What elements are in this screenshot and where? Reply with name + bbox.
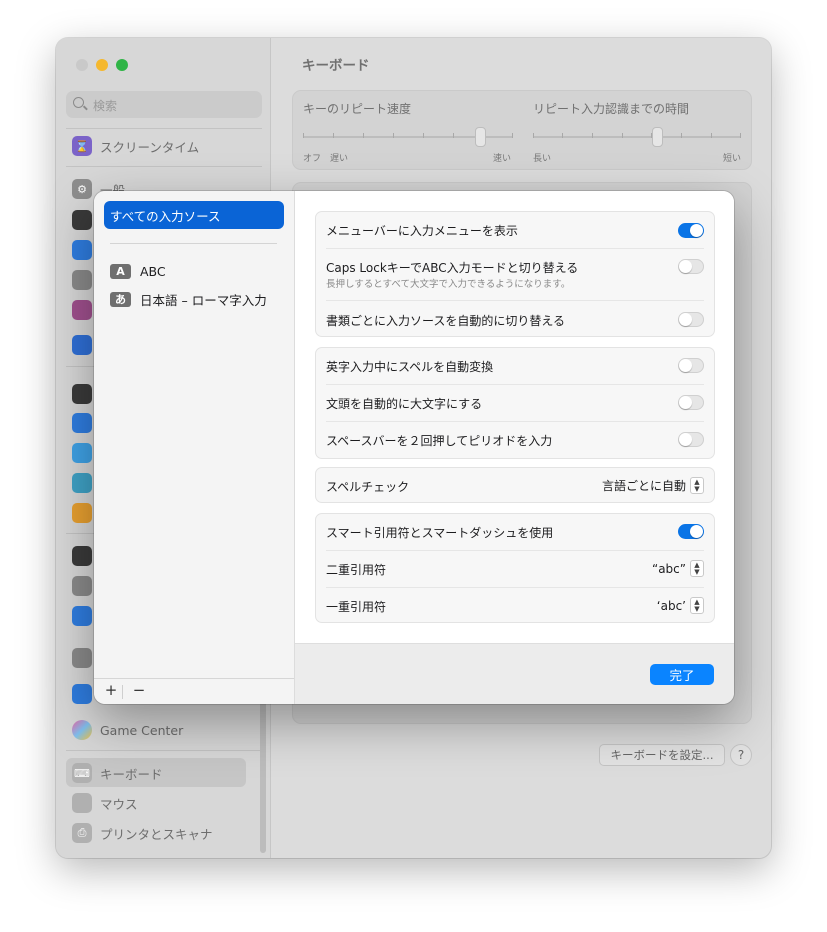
gear-icon: ⚙: [72, 179, 92, 199]
screen-saver-icon[interactable]: [72, 473, 92, 493]
sheet-footer: 完了: [295, 643, 734, 704]
show-menu-toggle[interactable]: [678, 223, 704, 238]
source-abc[interactable]: A ABC: [110, 261, 166, 281]
control-center-icon[interactable]: [72, 270, 92, 290]
smart-quotes-group: スマート引用符とスマートダッシュを使用 二重引用符 “abc” ▲ ▼ 一重引用符…: [315, 513, 715, 623]
touch-id-icon[interactable]: [72, 576, 92, 596]
auto-correct-label: 英字入力中にスペルを自動変換: [326, 360, 494, 374]
siri-icon[interactable]: [72, 300, 92, 320]
chevron-updown-icon: ▲ ▼: [690, 597, 704, 614]
mouse-icon: [72, 793, 92, 813]
spelling-options-group: 英字入力中にスペルを自動変換 文頭を自動的に大文字にする スペースバーを２回押し…: [315, 347, 715, 459]
sidebar-item-keyboard[interactable]: ⌨ キーボード: [72, 761, 163, 785]
source-japanese[interactable]: あ 日本語 – ローマ字入力: [110, 289, 267, 309]
sidebar-divider: [66, 750, 262, 751]
auto-switch-toggle[interactable]: [678, 312, 704, 327]
smart-quotes-label: スマート引用符とスマートダッシュを使用: [326, 526, 554, 540]
auto-capitalize-toggle[interactable]: [678, 395, 704, 410]
zoom-button[interactable]: [116, 59, 128, 71]
desktop-dock-icon[interactable]: [72, 384, 92, 404]
sidebar-divider: [66, 128, 262, 129]
displays-icon[interactable]: [72, 413, 92, 433]
caps-lock-label: Caps LockキーでABC入力モードと切り替える: [326, 261, 579, 275]
page-title: キーボード: [302, 58, 370, 74]
text-input-sheet: すべての入力ソース A ABC あ 日本語 – ローマ字入力 + − メニューバ…: [94, 191, 734, 704]
done-button[interactable]: 完了: [650, 664, 714, 685]
double-space-period-label: スペースバーを２回押してピリオドを入力: [326, 434, 553, 448]
delay-label: リピート入力認識までの時間: [533, 102, 690, 116]
japanese-badge-icon: あ: [110, 291, 131, 307]
auto-capitalize-label: 文頭を自動的に大文字にする: [326, 397, 483, 411]
printer-icon: ⎙: [72, 823, 92, 843]
search-icon: [73, 97, 84, 108]
keyboard-icon: ⌨: [72, 763, 92, 783]
keyboard-settings-button[interactable]: キーボードを設定...: [599, 744, 725, 766]
help-button[interactable]: ?: [730, 744, 752, 766]
sidebar-item-printers[interactable]: ⎙ プリンタとスキャナ: [72, 821, 213, 845]
privacy-icon[interactable]: [72, 335, 92, 355]
spell-check-label: スペルチェック: [326, 480, 410, 494]
wallpaper-icon[interactable]: [72, 443, 92, 463]
source-all[interactable]: すべての入力ソース: [104, 201, 284, 229]
sidebar-divider: [66, 166, 262, 167]
hourglass-icon: ⌛: [72, 136, 92, 156]
show-menu-label: メニューバーに入力メニューを表示: [326, 224, 518, 238]
caps-lock-toggle[interactable]: [678, 259, 704, 274]
key-repeat-label: キーのリピート速度: [303, 102, 412, 116]
close-button[interactable]: [76, 59, 88, 71]
chevron-updown-icon: ▲ ▼: [690, 560, 704, 577]
single-quotes-label: 一重引用符: [326, 600, 387, 614]
double-quotes-popup[interactable]: “abc” ▲ ▼: [652, 560, 704, 577]
auto-correct-toggle[interactable]: [678, 358, 704, 373]
game-center-icon: [72, 720, 92, 740]
lock-screen-icon[interactable]: [72, 546, 92, 566]
menu-options-group: メニューバーに入力メニューを表示 Caps LockキーでABC入力モードと切り…: [315, 211, 715, 337]
internet-accounts-icon[interactable]: [72, 684, 92, 704]
key-repeat-thumb[interactable]: [475, 127, 486, 147]
double-quotes-label: 二重引用符: [326, 563, 387, 577]
search-placeholder: 検索: [93, 99, 118, 113]
auto-switch-label: 書類ごとに入力ソースを自動的に切り替える: [326, 314, 566, 328]
search-input[interactable]: 検索: [66, 91, 262, 118]
users-groups-icon[interactable]: [72, 606, 92, 626]
delay-thumb[interactable]: [652, 127, 663, 147]
add-source-button[interactable]: +: [102, 681, 120, 699]
appearance-icon[interactable]: [72, 210, 92, 230]
sidebar-scrollbar[interactable]: [260, 693, 266, 853]
double-space-period-toggle[interactable]: [678, 432, 704, 447]
accessibility-icon[interactable]: [72, 240, 92, 260]
minimize-button[interactable]: [96, 59, 108, 71]
single-quotes-popup[interactable]: ‘abc’ ▲ ▼: [657, 597, 704, 614]
spell-check-group: スペルチェック 言語ごとに自動 ▲ ▼: [315, 467, 715, 503]
abc-badge-icon: A: [110, 263, 131, 279]
delay-slider[interactable]: [533, 136, 741, 138]
battery-icon[interactable]: [72, 503, 92, 523]
input-sources-list: すべての入力ソース A ABC あ 日本語 – ローマ字入力 + −: [94, 191, 294, 704]
caps-lock-description: 長押しするとすべて大文字で入力できるようになります。: [326, 279, 571, 290]
sidebar-item-screen-time[interactable]: ⌛ スクリーンタイム: [72, 134, 199, 158]
passwords-icon[interactable]: [72, 648, 92, 668]
sidebar-item-game-center[interactable]: Game Center: [72, 718, 183, 742]
smart-quotes-toggle[interactable]: [678, 524, 704, 539]
sidebar-item-mouse[interactable]: マウス: [72, 791, 138, 815]
remove-source-button[interactable]: −: [130, 681, 148, 699]
spell-check-popup[interactable]: 言語ごとに自動 ▲ ▼: [602, 477, 704, 494]
input-options: メニューバーに入力メニューを表示 Caps LockキーでABC入力モードと切り…: [295, 191, 734, 643]
chevron-updown-icon: ▲ ▼: [690, 477, 704, 494]
key-repeat-panel: キーのリピート速度 オフ 遅い 速い リピート入力認識までの時間 長い 短い: [292, 90, 752, 170]
